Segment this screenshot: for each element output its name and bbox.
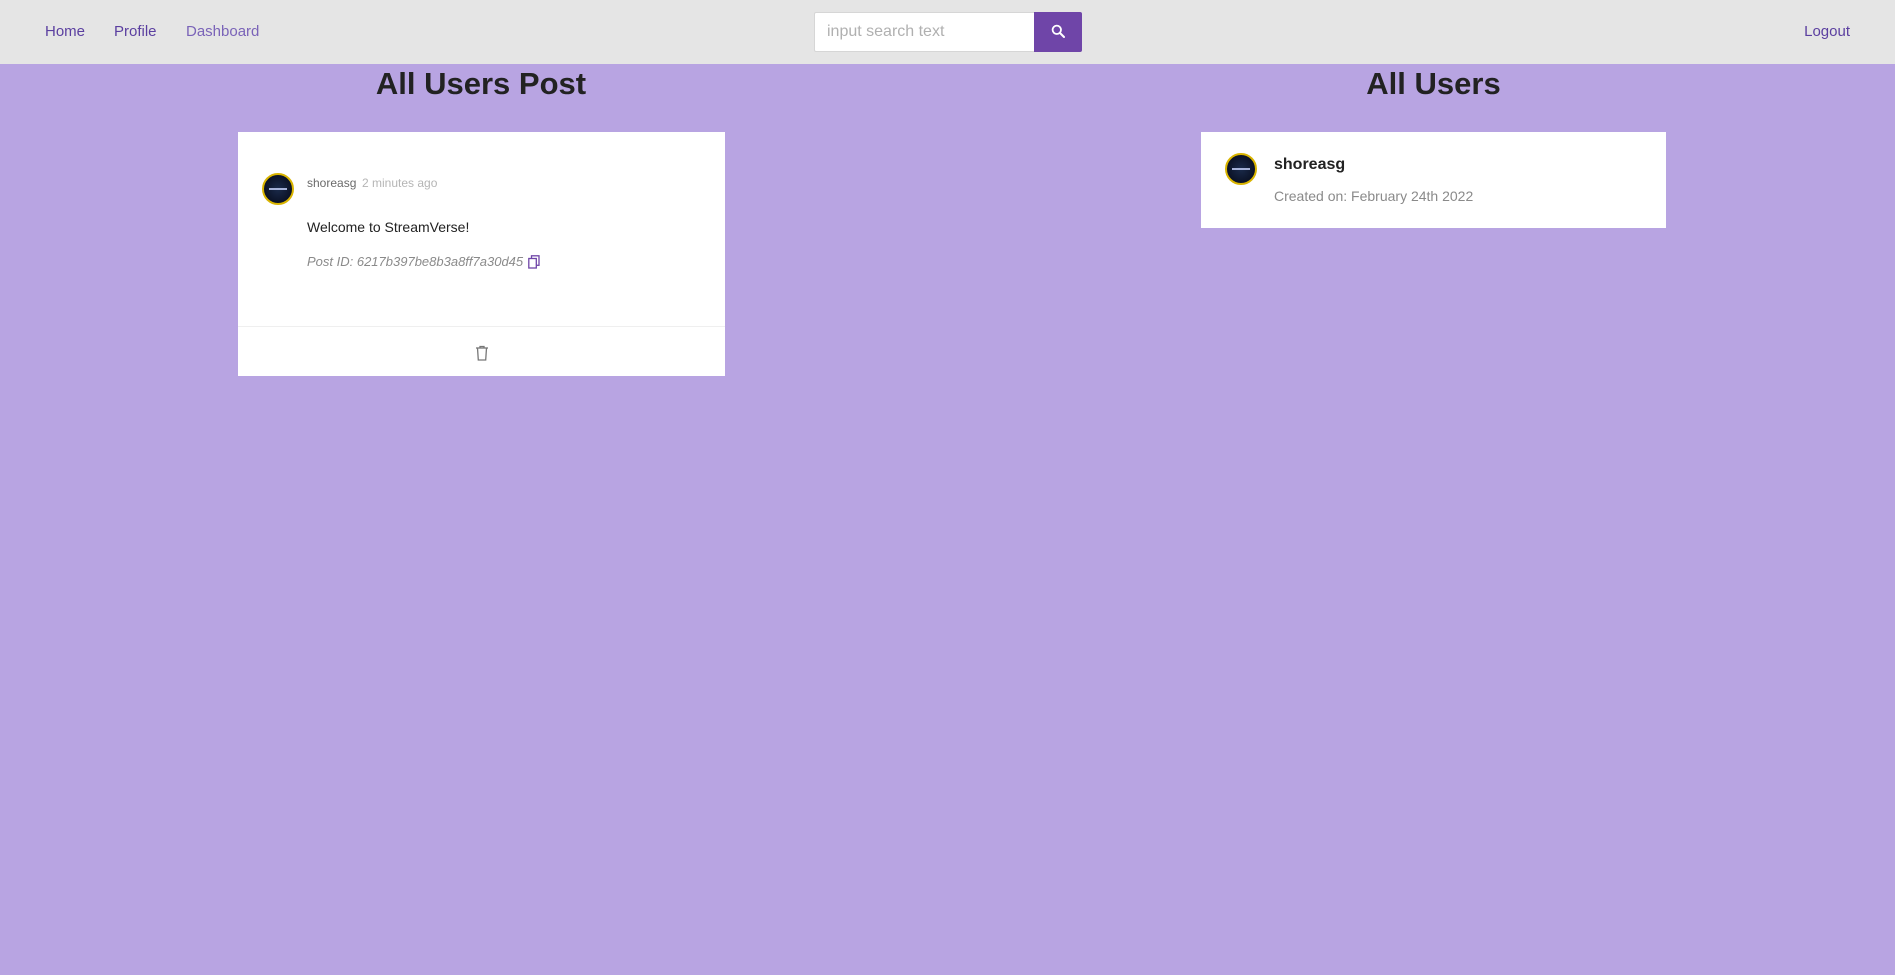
card-divider xyxy=(238,326,725,327)
nav-dashboard-link[interactable]: Dashboard xyxy=(186,0,259,64)
top-navbar: Home Profile Dashboard Logout xyxy=(0,0,1895,64)
post-id-text: Post ID: 6217b397be8b3a8ff7a30d45 xyxy=(307,254,524,269)
user-name[interactable]: shoreasg xyxy=(1274,156,1345,174)
search-icon xyxy=(1051,24,1065,41)
post-id-row: Post ID: 6217b397be8b3a8ff7a30d45 xyxy=(307,254,540,269)
search-input[interactable] xyxy=(814,12,1034,52)
search-bar xyxy=(814,12,1082,52)
avatar[interactable] xyxy=(1225,153,1257,185)
posts-section-title: All Users Post xyxy=(375,66,587,101)
search-button[interactable] xyxy=(1034,12,1082,52)
nav-logout-link[interactable]: Logout xyxy=(1804,0,1850,64)
nav-home-link[interactable]: Home xyxy=(45,0,85,64)
trash-icon[interactable] xyxy=(474,344,490,362)
post-content: Welcome to StreamVerse! xyxy=(307,219,470,235)
post-timestamp: 2 minutes ago xyxy=(362,176,438,190)
nav-profile-link[interactable]: Profile xyxy=(114,0,157,64)
users-section-title: All Users xyxy=(1366,66,1501,101)
post-author[interactable]: shoreasg xyxy=(307,176,356,190)
user-card[interactable]: shoreasg Created on: February 24th 2022 xyxy=(1201,132,1666,228)
user-created-date: Created on: February 24th 2022 xyxy=(1274,188,1474,204)
avatar[interactable] xyxy=(262,173,294,205)
copy-icon[interactable] xyxy=(528,254,540,269)
post-card: shoreasg 2 minutes ago Welcome to Stream… xyxy=(238,132,725,376)
